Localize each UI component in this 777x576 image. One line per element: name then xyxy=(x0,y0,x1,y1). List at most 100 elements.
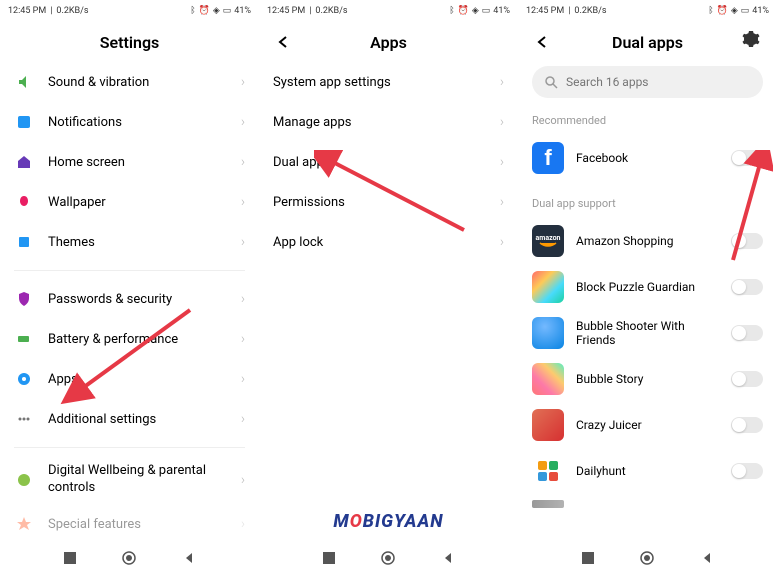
item-label: App lock xyxy=(273,235,500,250)
item-label: Notifications xyxy=(48,115,241,130)
item-permissions[interactable]: Permissions › xyxy=(259,182,518,222)
item-wallpaper[interactable]: Wallpaper › xyxy=(0,182,259,222)
watermark: MOBIGYAAN xyxy=(333,511,443,532)
item-label: System app settings xyxy=(273,75,500,90)
divider xyxy=(14,447,245,448)
item-label: Digital Wellbeing & parental controls xyxy=(48,463,241,497)
item-themes[interactable]: Themes › xyxy=(0,222,259,262)
home-icon xyxy=(14,152,34,172)
item-sound[interactable]: Sound & vibration › xyxy=(0,62,259,102)
app-row[interactable]: Block Puzzle Guardian xyxy=(518,264,777,310)
chevron-right-icon: › xyxy=(241,114,245,130)
back-button[interactable] xyxy=(273,32,293,52)
item-label: Permissions xyxy=(273,195,500,210)
app-name: Bubble Story xyxy=(576,372,719,386)
item-manage-apps[interactable]: Manage apps › xyxy=(259,102,518,142)
status-bar: 12:45 PM| 0.2KB/s ᛒ ⏰ ◈ ▭ 41% xyxy=(259,0,518,22)
bubble-story-icon xyxy=(532,363,564,395)
settings-button[interactable] xyxy=(739,30,763,54)
app-name: Amazon Shopping xyxy=(576,234,719,248)
item-label: Passwords & security xyxy=(48,292,241,307)
wellbeing-icon xyxy=(14,470,34,490)
nav-back[interactable] xyxy=(440,550,456,566)
item-notifications[interactable]: Notifications › xyxy=(0,102,259,142)
nav-home[interactable] xyxy=(121,550,137,566)
app-name: Dailyhunt xyxy=(576,464,719,478)
themes-icon xyxy=(14,232,34,252)
nav-back[interactable] xyxy=(181,550,197,566)
item-label: Apps xyxy=(48,372,241,387)
nav-home[interactable] xyxy=(639,550,655,566)
facebook-icon: f xyxy=(532,142,564,174)
back-button[interactable] xyxy=(532,32,552,52)
chevron-right-icon: › xyxy=(500,114,504,130)
item-battery[interactable]: Battery & performance › xyxy=(0,319,259,359)
alarm-icon: ⏰ xyxy=(458,6,469,16)
search-box[interactable] xyxy=(532,66,763,98)
nav-home[interactable] xyxy=(380,550,396,566)
nav-recent[interactable] xyxy=(62,550,78,566)
screenshots-container: 12:45 PM | 0.2KB/s ᛒ ⏰ ◈ ▭ 41% Settings … xyxy=(0,0,777,576)
item-apps[interactable]: Apps › xyxy=(0,359,259,399)
chevron-right-icon: › xyxy=(500,74,504,90)
item-special[interactable]: Special features › xyxy=(0,504,259,540)
chevron-right-icon: › xyxy=(241,472,245,488)
toggle[interactable] xyxy=(731,417,763,433)
status-bar: 12:45 PM| 0.2KB/s ᛒ ⏰ ◈ ▭ 41% xyxy=(518,0,777,22)
dual-apps-list: amazon Amazon Shopping Block Puzzle Guar… xyxy=(518,218,777,540)
item-label: Additional settings xyxy=(48,412,241,427)
toggle[interactable] xyxy=(731,233,763,249)
app-row[interactable]: amazon Amazon Shopping xyxy=(518,218,777,264)
page-title: Apps xyxy=(370,33,407,52)
app-row[interactable]: Bubble Shooter With Friends xyxy=(518,310,777,356)
section-recommended: Recommended xyxy=(518,108,777,135)
app-name: Crazy Juicer xyxy=(576,418,719,432)
chevron-right-icon: › xyxy=(241,154,245,170)
apps-icon xyxy=(14,369,34,389)
panel-dual-apps: 12:45 PM| 0.2KB/s ᛒ ⏰ ◈ ▭ 41% Dual apps … xyxy=(518,0,777,576)
item-dual-apps[interactable]: Dual apps › xyxy=(259,142,518,182)
toggle[interactable] xyxy=(731,279,763,295)
battery-perf-icon xyxy=(14,329,34,349)
toggle[interactable] xyxy=(731,371,763,387)
amazon-icon: amazon xyxy=(532,225,564,257)
item-app-lock[interactable]: App lock › xyxy=(259,222,518,262)
item-system-app[interactable]: System app settings › xyxy=(259,62,518,102)
header: Dual apps xyxy=(518,22,777,62)
toggle[interactable] xyxy=(731,463,763,479)
status-bar: 12:45 PM | 0.2KB/s ᛒ ⏰ ◈ ▭ 41% xyxy=(0,0,259,22)
header: Settings xyxy=(0,22,259,62)
app-row[interactable]: Crazy Juicer xyxy=(518,402,777,448)
apps-list: System app settings › Manage apps › Dual… xyxy=(259,62,518,540)
app-row-facebook[interactable]: f Facebook xyxy=(518,135,777,181)
item-label: Home screen xyxy=(48,155,241,170)
sound-icon xyxy=(14,72,34,92)
nav-recent[interactable] xyxy=(321,550,337,566)
status-time: 12:45 PM xyxy=(267,6,305,16)
item-home[interactable]: Home screen › xyxy=(0,142,259,182)
item-wellbeing[interactable]: Digital Wellbeing & parental controls › xyxy=(0,456,259,504)
nav-recent[interactable] xyxy=(580,550,596,566)
toggle[interactable] xyxy=(731,150,763,166)
item-security[interactable]: Passwords & security › xyxy=(0,279,259,319)
app-row[interactable] xyxy=(518,494,777,514)
bluetooth-icon: ᛒ xyxy=(190,6,195,16)
settings-list: Sound & vibration › Notifications › Home… xyxy=(0,62,259,540)
status-time: 12:45 PM xyxy=(526,6,564,16)
item-additional[interactable]: Additional settings › xyxy=(0,399,259,439)
item-label: Battery & performance xyxy=(48,332,241,347)
wifi-icon: ◈ xyxy=(472,6,479,16)
nav-back[interactable] xyxy=(699,550,715,566)
status-battery: 41% xyxy=(752,6,769,16)
app-row[interactable]: Dailyhunt xyxy=(518,448,777,494)
toggle[interactable] xyxy=(731,325,763,341)
status-speed: 0.2KB/s xyxy=(56,6,88,16)
nav-bar xyxy=(259,540,518,576)
app-name: Facebook xyxy=(576,151,719,165)
item-label: Manage apps xyxy=(273,115,500,130)
alarm-icon: ⏰ xyxy=(199,6,210,16)
app-row[interactable]: Bubble Story xyxy=(518,356,777,402)
search-input[interactable] xyxy=(566,75,751,89)
item-label: Dual apps xyxy=(273,155,500,170)
special-icon xyxy=(14,514,34,534)
